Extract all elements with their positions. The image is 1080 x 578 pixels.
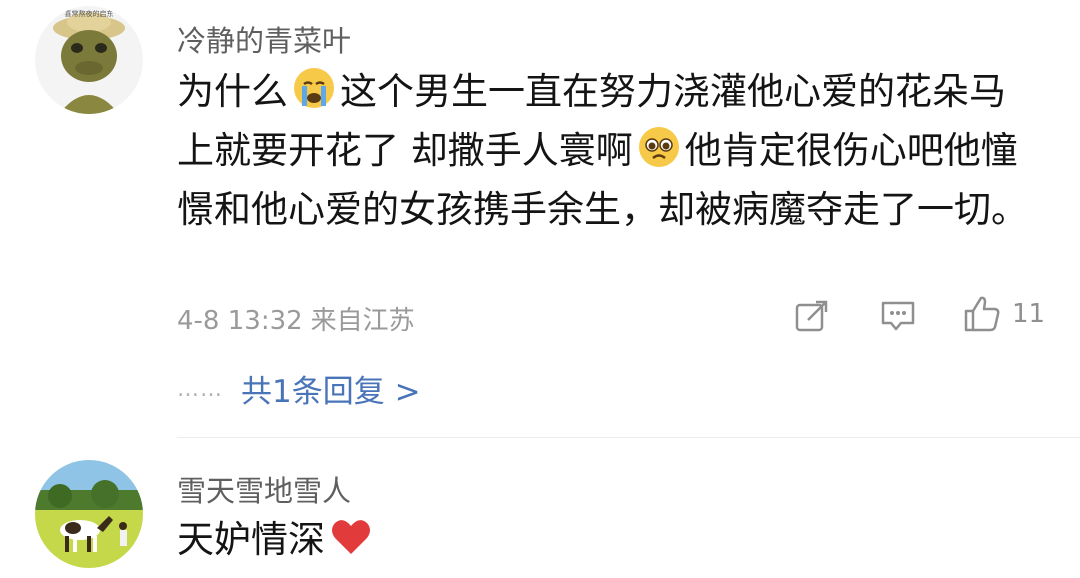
location: 来自江苏 — [310, 306, 415, 336]
replies-link[interactable]: 共1条回复 > — [241, 374, 421, 410]
red-heart-icon — [332, 520, 370, 554]
username[interactable]: 雪天雪地雪人 — [177, 468, 351, 510]
comment-item: 雪天雪地雪人 天妒情深 — [0, 440, 1080, 578]
comment-text: 天妒情深 — [177, 510, 1037, 569]
svg-text:喜常熬夜的启东: 喜常熬夜的启东 — [65, 9, 114, 18]
username[interactable]: 冷静的青菜叶 — [177, 18, 351, 60]
timestamp: 4-8 13:32 — [177, 306, 303, 336]
like-count: 11 — [1012, 299, 1046, 329]
like-button[interactable]: 11 — [962, 294, 1045, 334]
replies-summary[interactable]: …… 共1条回复 > — [177, 366, 421, 411]
crying-face-icon — [294, 68, 334, 108]
replies-dots: …… — [177, 377, 223, 402]
comment-text: 为什么 这个男生一直在努力浇灌他心爱的花朵马上就要开花了 却撒手人寰啊 他肯定很… — [177, 62, 1037, 239]
comment-text-part: 为什么 — [177, 70, 288, 113]
comment-meta: 4-8 13:32 来自江苏 — [177, 300, 415, 337]
pleading-face-icon — [638, 127, 679, 167]
comment-button[interactable] — [879, 298, 917, 334]
comment-item: 喜常熬夜的启东 冷静的青菜叶 为什么 这个男生一直在努力浇灌他心爱的花朵马上就要… — [0, 0, 1080, 440]
avatar[interactable]: 喜常熬夜的启东 — [35, 6, 143, 114]
thumbs-up-icon — [964, 296, 1000, 332]
horse-avatar-image — [35, 460, 143, 568]
repost-button[interactable] — [794, 298, 830, 334]
comment-text-part: 天妒情深 — [177, 518, 325, 561]
divider — [177, 437, 1080, 438]
frog-avatar-image: 喜常熬夜的启东 — [35, 6, 143, 114]
share-edit-icon — [795, 300, 828, 332]
comment-icon — [881, 301, 915, 331]
avatar[interactable] — [35, 460, 143, 568]
